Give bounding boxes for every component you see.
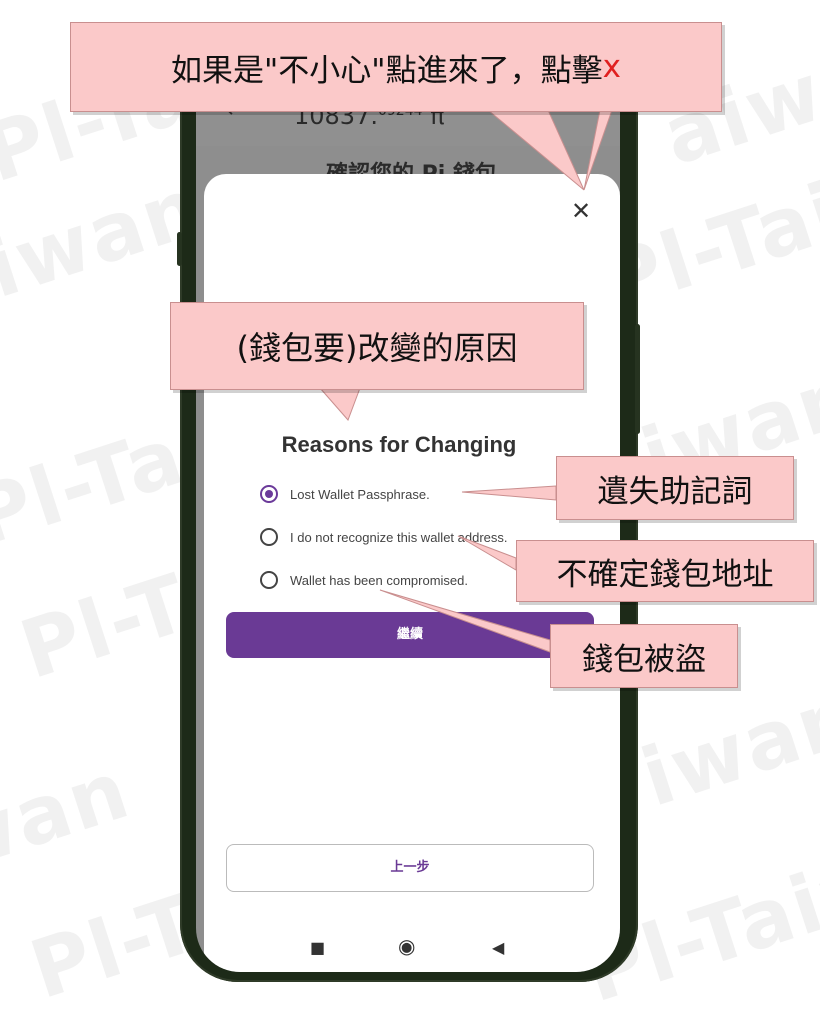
watermark: wan: [0, 742, 141, 891]
radio-selected-icon[interactable]: [260, 485, 278, 503]
square-icon[interactable]: ■: [310, 938, 325, 957]
radio-icon[interactable]: [260, 528, 278, 546]
option-unrecognized-address[interactable]: I do not recognize this wallet address.: [260, 525, 508, 549]
triangle-back-icon[interactable]: ◀: [492, 938, 504, 957]
callout-reason: (錢包要)改變的原因: [170, 302, 584, 390]
watermark: iwan: [631, 668, 820, 825]
watermark: Pl-Ta: [0, 408, 195, 565]
option-compromised[interactable]: Wallet has been compromised.: [260, 568, 468, 592]
callout-stolen: 錢包被盜: [550, 624, 738, 688]
option-label: Lost Wallet Passphrase.: [290, 486, 430, 502]
option-lost-passphrase[interactable]: Lost Wallet Passphrase.: [260, 482, 430, 506]
callout-unsure: 不確定錢包地址: [516, 540, 814, 602]
power-button: [635, 324, 640, 434]
callout-x: x: [602, 49, 621, 85]
circle-icon[interactable]: ◉: [398, 934, 415, 958]
option-label: I do not recognize this wallet address.: [290, 529, 508, 545]
callout-lost: 遺失助記詞: [556, 456, 794, 520]
volume-button: [177, 232, 182, 266]
continue-button[interactable]: 繼續: [226, 612, 594, 658]
watermark: Pl-T: [9, 555, 201, 698]
sheet-title: Reasons for Changing: [281, 432, 517, 457]
callout-close-hint: 如果是"不小心"點進來了，點擊 x: [70, 22, 722, 112]
close-icon[interactable]: ✕: [566, 196, 596, 226]
option-label: Wallet has been compromised.: [290, 572, 468, 588]
callout-text: 如果是"不小心"點進來了，點擊: [171, 52, 603, 89]
previous-button[interactable]: 上一步: [226, 844, 594, 892]
radio-icon[interactable]: [260, 571, 278, 589]
